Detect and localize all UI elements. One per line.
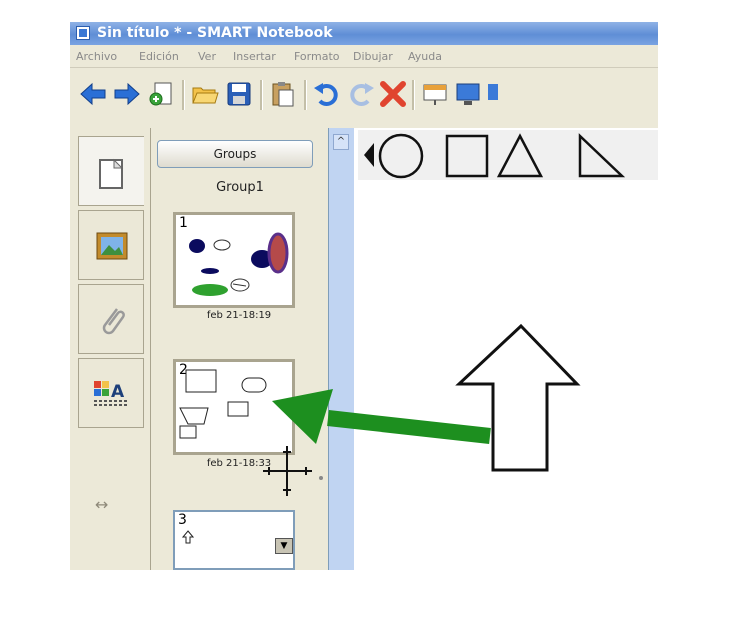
svg-text:A: A [111, 382, 125, 402]
notebook-canvas[interactable] [354, 128, 658, 570]
properties-icon: A [94, 381, 128, 406]
menu-edicion[interactable]: Edición [139, 50, 179, 63]
back-arrow-icon[interactable] [78, 79, 108, 109]
page-thumbnail-1[interactable]: 1 [173, 212, 295, 308]
resize-arrows-icon[interactable]: ↔ [95, 495, 108, 514]
tab-page-sorter[interactable] [78, 136, 144, 206]
page-sorter-icon [99, 158, 124, 189]
page-menu-dropdown-icon[interactable]: ▼ [275, 538, 293, 554]
save-icon[interactable] [224, 79, 254, 109]
menu-ayuda[interactable]: Ayuda [408, 50, 442, 63]
title-bar[interactable]: Sin título * - SMART Notebook [70, 22, 658, 45]
open-folder-icon[interactable] [190, 79, 220, 109]
sorter-scrollbar[interactable]: ^ [328, 128, 354, 570]
undo-icon[interactable] [312, 79, 342, 109]
paste-icon[interactable] [268, 79, 298, 109]
menu-dibujar[interactable]: Dibujar [353, 50, 393, 63]
screen-shade-icon[interactable] [420, 79, 450, 109]
attachments-icon [102, 308, 125, 335]
square-icon [445, 134, 489, 178]
triangle-icon [496, 133, 544, 178]
tab-gallery[interactable] [78, 210, 144, 280]
canvas-drawing [455, 323, 581, 472]
arrow-left-icon [364, 143, 374, 167]
display-icon-partial[interactable] [488, 79, 498, 109]
page-thumbnail-2[interactable]: 2 [173, 359, 295, 455]
toolbar-separator [412, 80, 415, 110]
page-2-preview [179, 369, 267, 439]
tab-attachments[interactable] [78, 284, 144, 354]
smart-notebook-window: Sin título * - SMART Notebook Archivo Ed… [70, 22, 658, 570]
shapes-palette [358, 130, 658, 180]
toolbar [70, 68, 658, 128]
page-number: 3 [178, 512, 187, 528]
page-1-date: feb 21-18:19 [206, 310, 272, 321]
page-2-date: feb 21-18:33 [206, 458, 272, 469]
groups-button[interactable]: Groups [157, 140, 313, 168]
page-sorter-panel: Groups Group1 1 feb 21-18:19 2 feb 21-18… [150, 128, 329, 570]
up-arrow-shape [455, 323, 581, 472]
display-icon[interactable] [454, 79, 484, 109]
menu-ver[interactable]: Ver [198, 50, 216, 63]
page-1-preview [189, 232, 289, 296]
toolbar-separator [260, 80, 263, 110]
redo-icon[interactable] [346, 79, 376, 109]
side-tabs: A ↔ [70, 128, 150, 570]
tab-properties[interactable]: A [78, 358, 144, 428]
menu-formato[interactable]: Formato [294, 50, 340, 63]
delete-icon[interactable] [378, 79, 408, 109]
window-title: Sin título * - SMART Notebook [97, 25, 333, 41]
toolbar-separator [182, 80, 185, 110]
circle-icon [378, 133, 424, 179]
menu-archivo[interactable]: Archivo [76, 50, 117, 63]
page-3-preview [182, 530, 194, 544]
notebook-app-icon [76, 26, 90, 40]
menu-bar: Archivo Edición Ver Insertar Formato Dib… [70, 45, 658, 68]
gallery-icon [96, 232, 128, 260]
toolbar-separator [304, 80, 307, 110]
add-page-icon[interactable] [146, 79, 176, 109]
forward-arrow-icon[interactable] [112, 79, 142, 109]
menu-insertar[interactable]: Insertar [233, 50, 276, 63]
group-name: Group1 [216, 180, 264, 195]
scroll-up-icon[interactable]: ^ [333, 134, 349, 150]
right-triangle-icon [578, 133, 626, 178]
